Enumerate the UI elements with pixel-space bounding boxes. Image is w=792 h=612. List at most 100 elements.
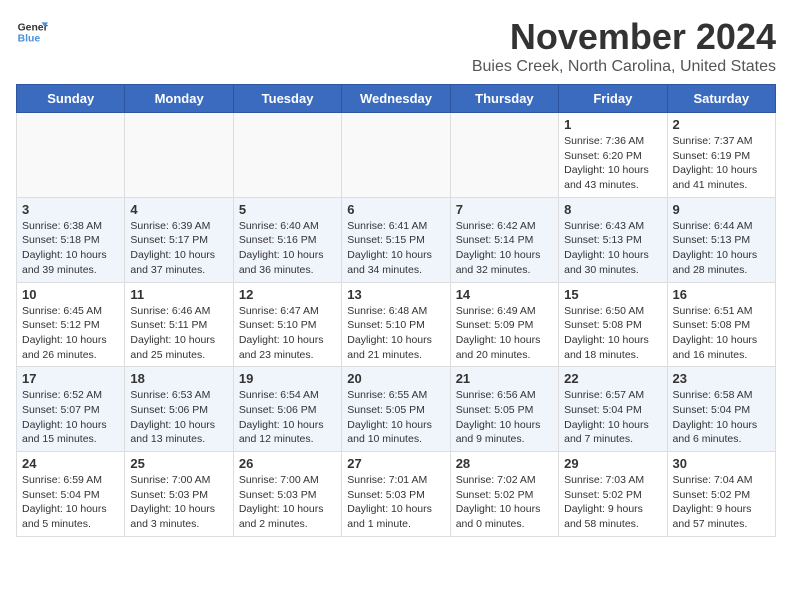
day-number: 27 (347, 456, 444, 471)
day-info: Sunrise: 6:48 AM Sunset: 5:10 PM Dayligh… (347, 304, 444, 363)
logo-icon: General Blue (16, 16, 48, 48)
calendar-cell: 24 Sunrise: 6:59 AM Sunset: 5:04 PM Dayli… (17, 452, 125, 537)
calendar-cell (233, 113, 341, 198)
calendar-cell: 5 Sunrise: 6:40 AM Sunset: 5:16 PM Daylig… (233, 197, 341, 282)
day-number: 21 (456, 371, 553, 386)
day-number: 8 (564, 202, 661, 217)
calendar-cell: 7 Sunrise: 6:42 AM Sunset: 5:14 PM Daylig… (450, 197, 558, 282)
month-title: November 2024 (472, 16, 776, 58)
calendar-cell: 14 Sunrise: 6:49 AM Sunset: 5:09 PM Dayli… (450, 282, 558, 367)
day-number: 18 (130, 371, 227, 386)
day-info: Sunrise: 7:03 AM Sunset: 5:02 PM Dayligh… (564, 473, 661, 532)
weekday-header-saturday: Saturday (667, 85, 775, 113)
calendar-cell: 17 Sunrise: 6:52 AM Sunset: 5:07 PM Dayli… (17, 367, 125, 452)
day-info: Sunrise: 7:04 AM Sunset: 5:02 PM Dayligh… (673, 473, 770, 532)
day-info: Sunrise: 6:47 AM Sunset: 5:10 PM Dayligh… (239, 304, 336, 363)
day-number: 7 (456, 202, 553, 217)
calendar-cell: 27 Sunrise: 7:01 AM Sunset: 5:03 PM Dayli… (342, 452, 450, 537)
day-number: 19 (239, 371, 336, 386)
svg-text:Blue: Blue (18, 34, 41, 45)
day-info: Sunrise: 6:57 AM Sunset: 5:04 PM Dayligh… (564, 388, 661, 447)
calendar-cell: 8 Sunrise: 6:43 AM Sunset: 5:13 PM Daylig… (559, 197, 667, 282)
weekday-header-row: SundayMondayTuesdayWednesdayThursdayFrid… (17, 85, 776, 113)
day-number: 5 (239, 202, 336, 217)
calendar-cell: 15 Sunrise: 6:50 AM Sunset: 5:08 PM Dayli… (559, 282, 667, 367)
day-number: 9 (673, 202, 770, 217)
day-info: Sunrise: 6:45 AM Sunset: 5:12 PM Dayligh… (22, 304, 119, 363)
calendar-cell: 16Sunrise: 6:51 AM Sunset: 5:08 PM Dayli… (667, 282, 775, 367)
calendar-week-row: 10 Sunrise: 6:45 AM Sunset: 5:12 PM Dayli… (17, 282, 776, 367)
calendar-cell: 9 Sunrise: 6:44 AM Sunset: 5:13 PM Daylig… (667, 197, 775, 282)
day-info: Sunrise: 6:43 AM Sunset: 5:13 PM Dayligh… (564, 219, 661, 278)
day-info: Sunrise: 6:46 AM Sunset: 5:11 PM Dayligh… (130, 304, 227, 363)
day-number: 30 (673, 456, 770, 471)
day-info: Sunrise: 6:50 AM Sunset: 5:08 PM Dayligh… (564, 304, 661, 363)
day-number: 6 (347, 202, 444, 217)
calendar-week-row: 24 Sunrise: 6:59 AM Sunset: 5:04 PM Dayli… (17, 452, 776, 537)
day-info: Sunrise: 6:54 AM Sunset: 5:06 PM Dayligh… (239, 388, 336, 447)
calendar-week-row: 1 Sunrise: 7:36 AM Sunset: 6:20 PM Daylig… (17, 113, 776, 198)
calendar-cell (342, 113, 450, 198)
calendar-cell: 10 Sunrise: 6:45 AM Sunset: 5:12 PM Dayli… (17, 282, 125, 367)
calendar-cell: 26 Sunrise: 7:00 AM Sunset: 5:03 PM Dayli… (233, 452, 341, 537)
day-info: Sunrise: 7:37 AM Sunset: 6:19 PM Dayligh… (673, 134, 770, 193)
day-info: Sunrise: 6:42 AM Sunset: 5:14 PM Dayligh… (456, 219, 553, 278)
calendar-cell: 1 Sunrise: 7:36 AM Sunset: 6:20 PM Daylig… (559, 113, 667, 198)
day-info: Sunrise: 6:40 AM Sunset: 5:16 PM Dayligh… (239, 219, 336, 278)
day-number: 25 (130, 456, 227, 471)
calendar-cell: 12 Sunrise: 6:47 AM Sunset: 5:10 PM Dayli… (233, 282, 341, 367)
day-info: Sunrise: 7:36 AM Sunset: 6:20 PM Dayligh… (564, 134, 661, 193)
calendar-cell: 11Sunrise: 6:46 AM Sunset: 5:11 PM Dayli… (125, 282, 233, 367)
weekday-header-wednesday: Wednesday (342, 85, 450, 113)
calendar-cell: 22Sunrise: 6:57 AM Sunset: 5:04 PM Dayli… (559, 367, 667, 452)
calendar-cell: 23 Sunrise: 6:58 AM Sunset: 5:04 PM Dayli… (667, 367, 775, 452)
day-number: 12 (239, 287, 336, 302)
calendar-cell: 6 Sunrise: 6:41 AM Sunset: 5:15 PM Daylig… (342, 197, 450, 282)
day-number: 16 (673, 287, 770, 302)
day-number: 17 (22, 371, 119, 386)
page-header: General Blue November 2024 Buies Creek, … (16, 16, 776, 76)
calendar-cell: 13 Sunrise: 6:48 AM Sunset: 5:10 PM Dayli… (342, 282, 450, 367)
weekday-header-monday: Monday (125, 85, 233, 113)
day-info: Sunrise: 6:49 AM Sunset: 5:09 PM Dayligh… (456, 304, 553, 363)
day-number: 24 (22, 456, 119, 471)
day-number: 15 (564, 287, 661, 302)
weekday-header-friday: Friday (559, 85, 667, 113)
day-number: 4 (130, 202, 227, 217)
calendar-cell: 25Sunrise: 7:00 AM Sunset: 5:03 PM Dayli… (125, 452, 233, 537)
day-number: 29 (564, 456, 661, 471)
weekday-header-thursday: Thursday (450, 85, 558, 113)
weekday-header-sunday: Sunday (17, 85, 125, 113)
day-info: Sunrise: 6:44 AM Sunset: 5:13 PM Dayligh… (673, 219, 770, 278)
day-number: 3 (22, 202, 119, 217)
day-info: Sunrise: 6:52 AM Sunset: 5:07 PM Dayligh… (22, 388, 119, 447)
calendar-week-row: 17 Sunrise: 6:52 AM Sunset: 5:07 PM Dayli… (17, 367, 776, 452)
day-number: 26 (239, 456, 336, 471)
day-info: Sunrise: 6:55 AM Sunset: 5:05 PM Dayligh… (347, 388, 444, 447)
day-info: Sunrise: 7:00 AM Sunset: 5:03 PM Dayligh… (239, 473, 336, 532)
day-number: 20 (347, 371, 444, 386)
day-number: 1 (564, 117, 661, 132)
calendar-cell: 19 Sunrise: 6:54 AM Sunset: 5:06 PM Dayli… (233, 367, 341, 452)
calendar-cell (450, 113, 558, 198)
day-info: Sunrise: 6:59 AM Sunset: 5:04 PM Dayligh… (22, 473, 119, 532)
day-info: Sunrise: 6:56 AM Sunset: 5:05 PM Dayligh… (456, 388, 553, 447)
day-info: Sunrise: 6:41 AM Sunset: 5:15 PM Dayligh… (347, 219, 444, 278)
location-subtitle: Buies Creek, North Carolina, United Stat… (472, 58, 776, 76)
calendar-cell (17, 113, 125, 198)
calendar-cell: 28Sunrise: 7:02 AM Sunset: 5:02 PM Dayli… (450, 452, 558, 537)
day-info: Sunrise: 7:01 AM Sunset: 5:03 PM Dayligh… (347, 473, 444, 532)
calendar-cell: 18Sunrise: 6:53 AM Sunset: 5:06 PM Dayli… (125, 367, 233, 452)
calendar-cell: 2Sunrise: 7:37 AM Sunset: 6:19 PM Daylig… (667, 113, 775, 198)
day-number: 23 (673, 371, 770, 386)
day-number: 13 (347, 287, 444, 302)
calendar-cell: 29 Sunrise: 7:03 AM Sunset: 5:02 PM Dayli… (559, 452, 667, 537)
day-number: 14 (456, 287, 553, 302)
logo: General Blue (16, 16, 48, 48)
calendar-week-row: 3Sunrise: 6:38 AM Sunset: 5:18 PM Daylig… (17, 197, 776, 282)
day-number: 10 (22, 287, 119, 302)
calendar-cell: 3Sunrise: 6:38 AM Sunset: 5:18 PM Daylig… (17, 197, 125, 282)
day-info: Sunrise: 6:58 AM Sunset: 5:04 PM Dayligh… (673, 388, 770, 447)
calendar-cell: 20 Sunrise: 6:55 AM Sunset: 5:05 PM Dayli… (342, 367, 450, 452)
day-info: Sunrise: 7:02 AM Sunset: 5:02 PM Dayligh… (456, 473, 553, 532)
